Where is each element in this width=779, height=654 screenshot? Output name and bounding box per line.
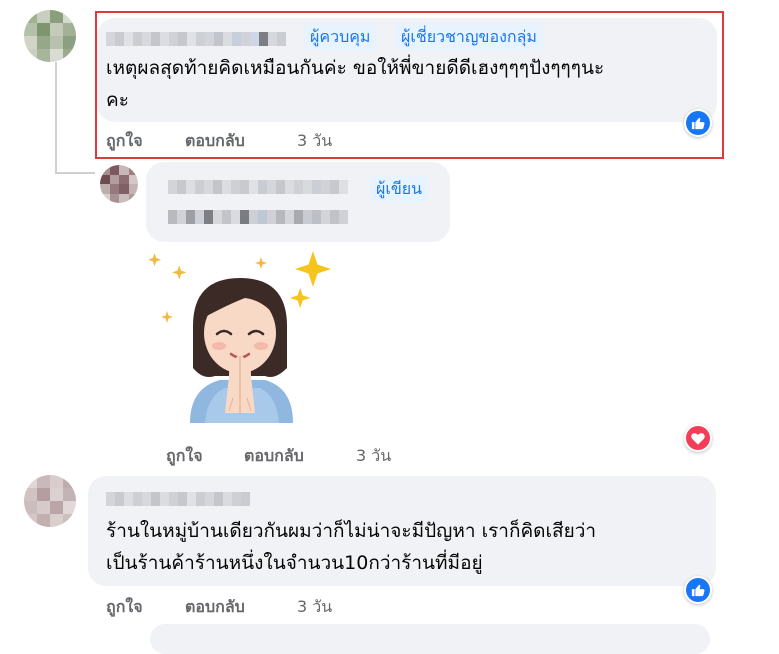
commenter-name[interactable]	[106, 492, 250, 506]
sparkle-icon	[255, 257, 267, 269]
comment-text: ร้านในหมู่บ้านเดียวกันผมว่าก็ไม่น่าจะมีป…	[106, 520, 597, 542]
reply-button[interactable]: ตอบกลับ	[185, 597, 245, 617]
sparkle-icon	[295, 251, 331, 287]
timestamp[interactable]: 3 วัน	[356, 446, 391, 466]
love-icon	[691, 432, 705, 445]
avatar[interactable]	[24, 10, 76, 62]
sparkle-icon	[290, 287, 311, 309]
love-reaction[interactable]	[684, 424, 712, 452]
like-button[interactable]: ถูกใจ	[106, 597, 143, 617]
avatar[interactable]	[24, 475, 76, 527]
sparkle-icon	[161, 311, 173, 323]
sparkle-icon	[172, 265, 187, 280]
comment-bubble-partial	[150, 624, 710, 654]
commenter-name[interactable]	[168, 180, 348, 194]
reply-button[interactable]: ตอบกลับ	[244, 446, 304, 466]
sparkle-icon	[148, 253, 162, 267]
highlight-box	[95, 11, 724, 159]
like-icon	[691, 584, 705, 597]
comment-text: เป็นร้านค้าร้านหนึ่งในจำนวน10กว่าร้านที่…	[106, 552, 483, 574]
comment-bubble	[146, 162, 450, 242]
like-reaction[interactable]	[684, 576, 712, 604]
thread-line	[55, 172, 95, 174]
author-badge[interactable]: ผู้เขียน	[370, 176, 429, 202]
thread-line	[55, 62, 57, 172]
woman-praying-sticker[interactable]	[145, 248, 335, 433]
comment-text-redacted	[168, 210, 348, 224]
avatar[interactable]	[100, 165, 138, 203]
timestamp[interactable]: 3 วัน	[297, 597, 332, 617]
like-button[interactable]: ถูกใจ	[166, 446, 203, 466]
